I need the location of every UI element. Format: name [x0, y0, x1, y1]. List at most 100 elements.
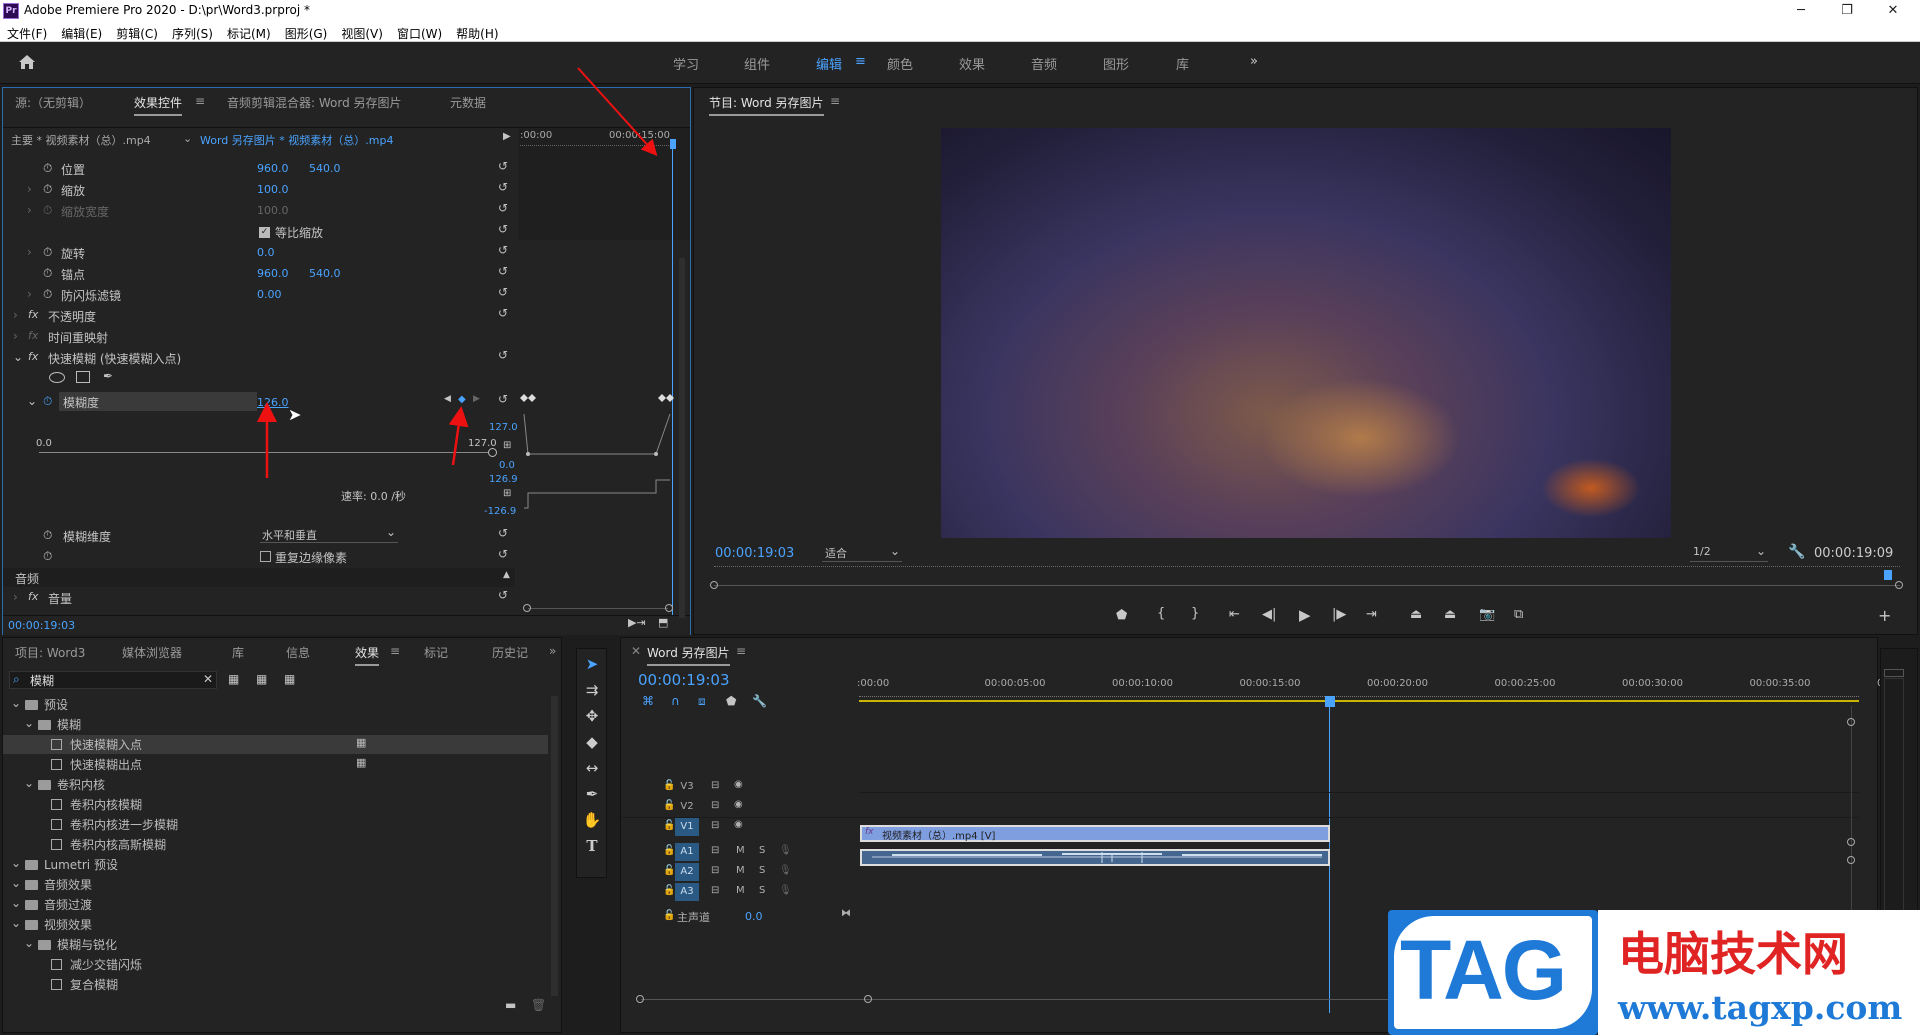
velocity-scale-icon[interactable]: ⊞ [503, 488, 511, 499]
type-tool-icon[interactable]: T [577, 837, 607, 855]
reset-icon[interactable]: ↺ [498, 243, 508, 257]
program-playhead[interactable] [1884, 570, 1892, 580]
flicker-value[interactable]: 0.00 [257, 288, 282, 301]
expand-chevron-icon[interactable]: › [27, 203, 32, 217]
track-target[interactable]: V2 [675, 798, 699, 816]
blurriness-value[interactable]: 126.0 [257, 396, 289, 409]
stopwatch-active-icon[interactable]: ⏱ [43, 394, 52, 409]
tab-markers[interactable]: 标记 [424, 644, 448, 661]
fit-dropdown[interactable]: 适合 ⌄ [822, 544, 902, 562]
more-tabs-icon[interactable]: » [549, 644, 556, 658]
close-button[interactable]: ✕ [1870, 0, 1916, 22]
blur-dimensions-dropdown[interactable]: 水平和垂直 ⌄ [260, 525, 398, 543]
collapse-chevron-icon[interactable]: ⌄ [24, 716, 34, 730]
go-to-in-icon[interactable]: ⇤ [1229, 607, 1240, 622]
nest-toggle-icon[interactable]: ⌘ [642, 694, 654, 708]
stopwatch-icon[interactable]: ⏱ [43, 528, 52, 543]
comparison-view-icon[interactable]: ⧉ [1514, 607, 1523, 622]
home-icon[interactable] [18, 54, 36, 70]
workspace-editing[interactable]: 编辑 [816, 54, 842, 73]
scale-value[interactable]: 100.0 [257, 183, 289, 196]
lock-icon[interactable]: 🔓 [663, 800, 675, 811]
tab-info[interactable]: 信息 [286, 644, 310, 661]
effects-search-box[interactable]: ⌕ ✕ [9, 671, 217, 689]
mute-button[interactable]: M [736, 865, 745, 876]
reset-icon[interactable]: ↺ [498, 159, 508, 173]
effects-tree-item[interactable]: 卷积内核进一步模糊 [3, 815, 548, 834]
menu-graphics[interactable]: 图形(G) [278, 22, 335, 42]
accelerated-effects-icon[interactable]: ▦ [228, 672, 239, 686]
reset-icon[interactable]: ↺ [498, 285, 508, 299]
razor-tool-icon[interactable]: ◆ [577, 733, 607, 751]
workspace-assembly[interactable]: 组件 [744, 54, 770, 73]
track-target[interactable]: V3 [675, 778, 699, 796]
lock-icon[interactable]: 🔓 [663, 865, 675, 876]
track-target[interactable]: A2 [675, 863, 699, 881]
reset-icon[interactable]: ↺ [498, 222, 508, 236]
audio-clip[interactable] [860, 849, 1330, 866]
effects-tree-item[interactable]: 卷积内核高斯模糊 [3, 835, 548, 854]
chevron-down-icon[interactable]: ⌄ [183, 132, 192, 145]
menu-file[interactable]: 文件(F) [0, 22, 54, 42]
next-keyframe-icon[interactable]: ▶ [473, 394, 480, 404]
track-target[interactable]: V1 [675, 818, 699, 836]
effects-tree-item[interactable]: 快速模糊入点 ▦ [3, 735, 548, 754]
minimize-button[interactable]: ─ [1778, 0, 1824, 22]
graph-scale-icon[interactable]: ⊞ [503, 440, 511, 451]
solo-button[interactable]: S [759, 865, 765, 876]
sync-lock-icon[interactable]: ⊟ [711, 800, 719, 811]
ec-current-time[interactable]: 00:00:19:03 [8, 619, 75, 632]
clear-search-icon[interactable]: ✕ [203, 672, 213, 686]
blurriness-slider-track[interactable] [39, 452, 489, 453]
timeline-ruler[interactable]: :00:00 00:00:05:00 00:00:10:00 00:00:15:00 0… [857, 678, 1899, 696]
expand-chevron-icon[interactable]: › [27, 287, 32, 301]
play-triangle-icon[interactable]: ▶ [503, 131, 511, 142]
menu-marker[interactable]: 标记(M) [220, 22, 278, 42]
pen-tool-icon[interactable]: ✒ [577, 785, 607, 803]
sync-lock-icon[interactable]: ⊟ [711, 820, 719, 831]
stopwatch-icon[interactable]: ⏱ [43, 182, 52, 197]
collapse-chevron-icon[interactable]: ⌄ [24, 776, 34, 790]
workspace-audio[interactable]: 音频 [1031, 54, 1057, 73]
sequence-clip-label[interactable]: Word 另存图片 * 视频素材（总）.mp4 [200, 132, 393, 148]
effects-tree-item[interactable]: ⌄ 视频效果 [3, 915, 548, 934]
stopwatch-icon[interactable]: ⏱ [43, 266, 52, 281]
collapse-chevron-icon[interactable]: ⌄ [24, 936, 34, 950]
step-back-icon[interactable]: ◀| [1262, 607, 1276, 622]
lock-icon[interactable]: 🔓 [663, 845, 675, 856]
effects-tree-item[interactable]: ⌄ 模糊与锐化 [3, 935, 548, 954]
effects-tree-item[interactable]: ⌄ Lumetri 预设 [3, 855, 548, 874]
effects-scrollbar[interactable] [551, 696, 558, 996]
prev-keyframe-icon[interactable]: ◀ [444, 394, 451, 404]
program-timecode[interactable]: 00:00:19:03 [715, 546, 794, 561]
linked-selection-icon[interactable]: ⧈ [698, 694, 706, 709]
export-icon[interactable]: ⬒ [658, 616, 668, 629]
workspace-learn[interactable]: 学习 [673, 54, 699, 73]
timeline-playhead-marker[interactable] [1325, 696, 1335, 707]
effects-search-input[interactable] [30, 672, 190, 688]
collapse-chevron-icon[interactable]: ⌄ [11, 856, 21, 870]
add-marker-icon[interactable]: ⬟ [726, 694, 736, 708]
expand-chevron-icon[interactable]: › [13, 329, 18, 343]
mute-button[interactable]: M [736, 885, 745, 896]
wrench-icon[interactable]: 🔧 [1788, 544, 1805, 560]
stopwatch-icon[interactable]: ⏱ [43, 245, 52, 260]
effects-tree-item[interactable]: ⌄ 卷积内核 [3, 775, 548, 794]
effects-tree-item[interactable]: 卷积内核模糊 [3, 795, 548, 814]
mic-icon[interactable]: 🎙 [779, 845, 792, 856]
ec-zoom-bar[interactable] [528, 608, 668, 609]
stopwatch-icon[interactable]: ⏱ [43, 161, 52, 176]
sync-lock-icon[interactable]: ⊟ [711, 845, 719, 856]
reset-icon[interactable]: ↺ [498, 392, 508, 406]
close-sequence-icon[interactable]: ✕ [631, 644, 641, 658]
ec-zoom-handle-left[interactable] [523, 604, 531, 612]
track-select-tool-icon[interactable]: ⇉ [577, 681, 607, 699]
scrubber-handle-right[interactable] [1895, 581, 1903, 589]
vscroll-handle[interactable] [1847, 838, 1855, 846]
video-clip[interactable]: fx 视频素材（总）.mp4 [V] [860, 825, 1330, 842]
timeline-settings-icon[interactable]: 🔧 [752, 694, 767, 708]
tab-metadata[interactable]: 元数据 [450, 94, 486, 111]
collapse-chevron-icon[interactable]: ⌄ [11, 916, 21, 930]
tab-libraries[interactable]: 库 [232, 644, 244, 661]
master-clip-label[interactable]: 主要 * 视频素材（总）.mp4 [11, 132, 151, 148]
